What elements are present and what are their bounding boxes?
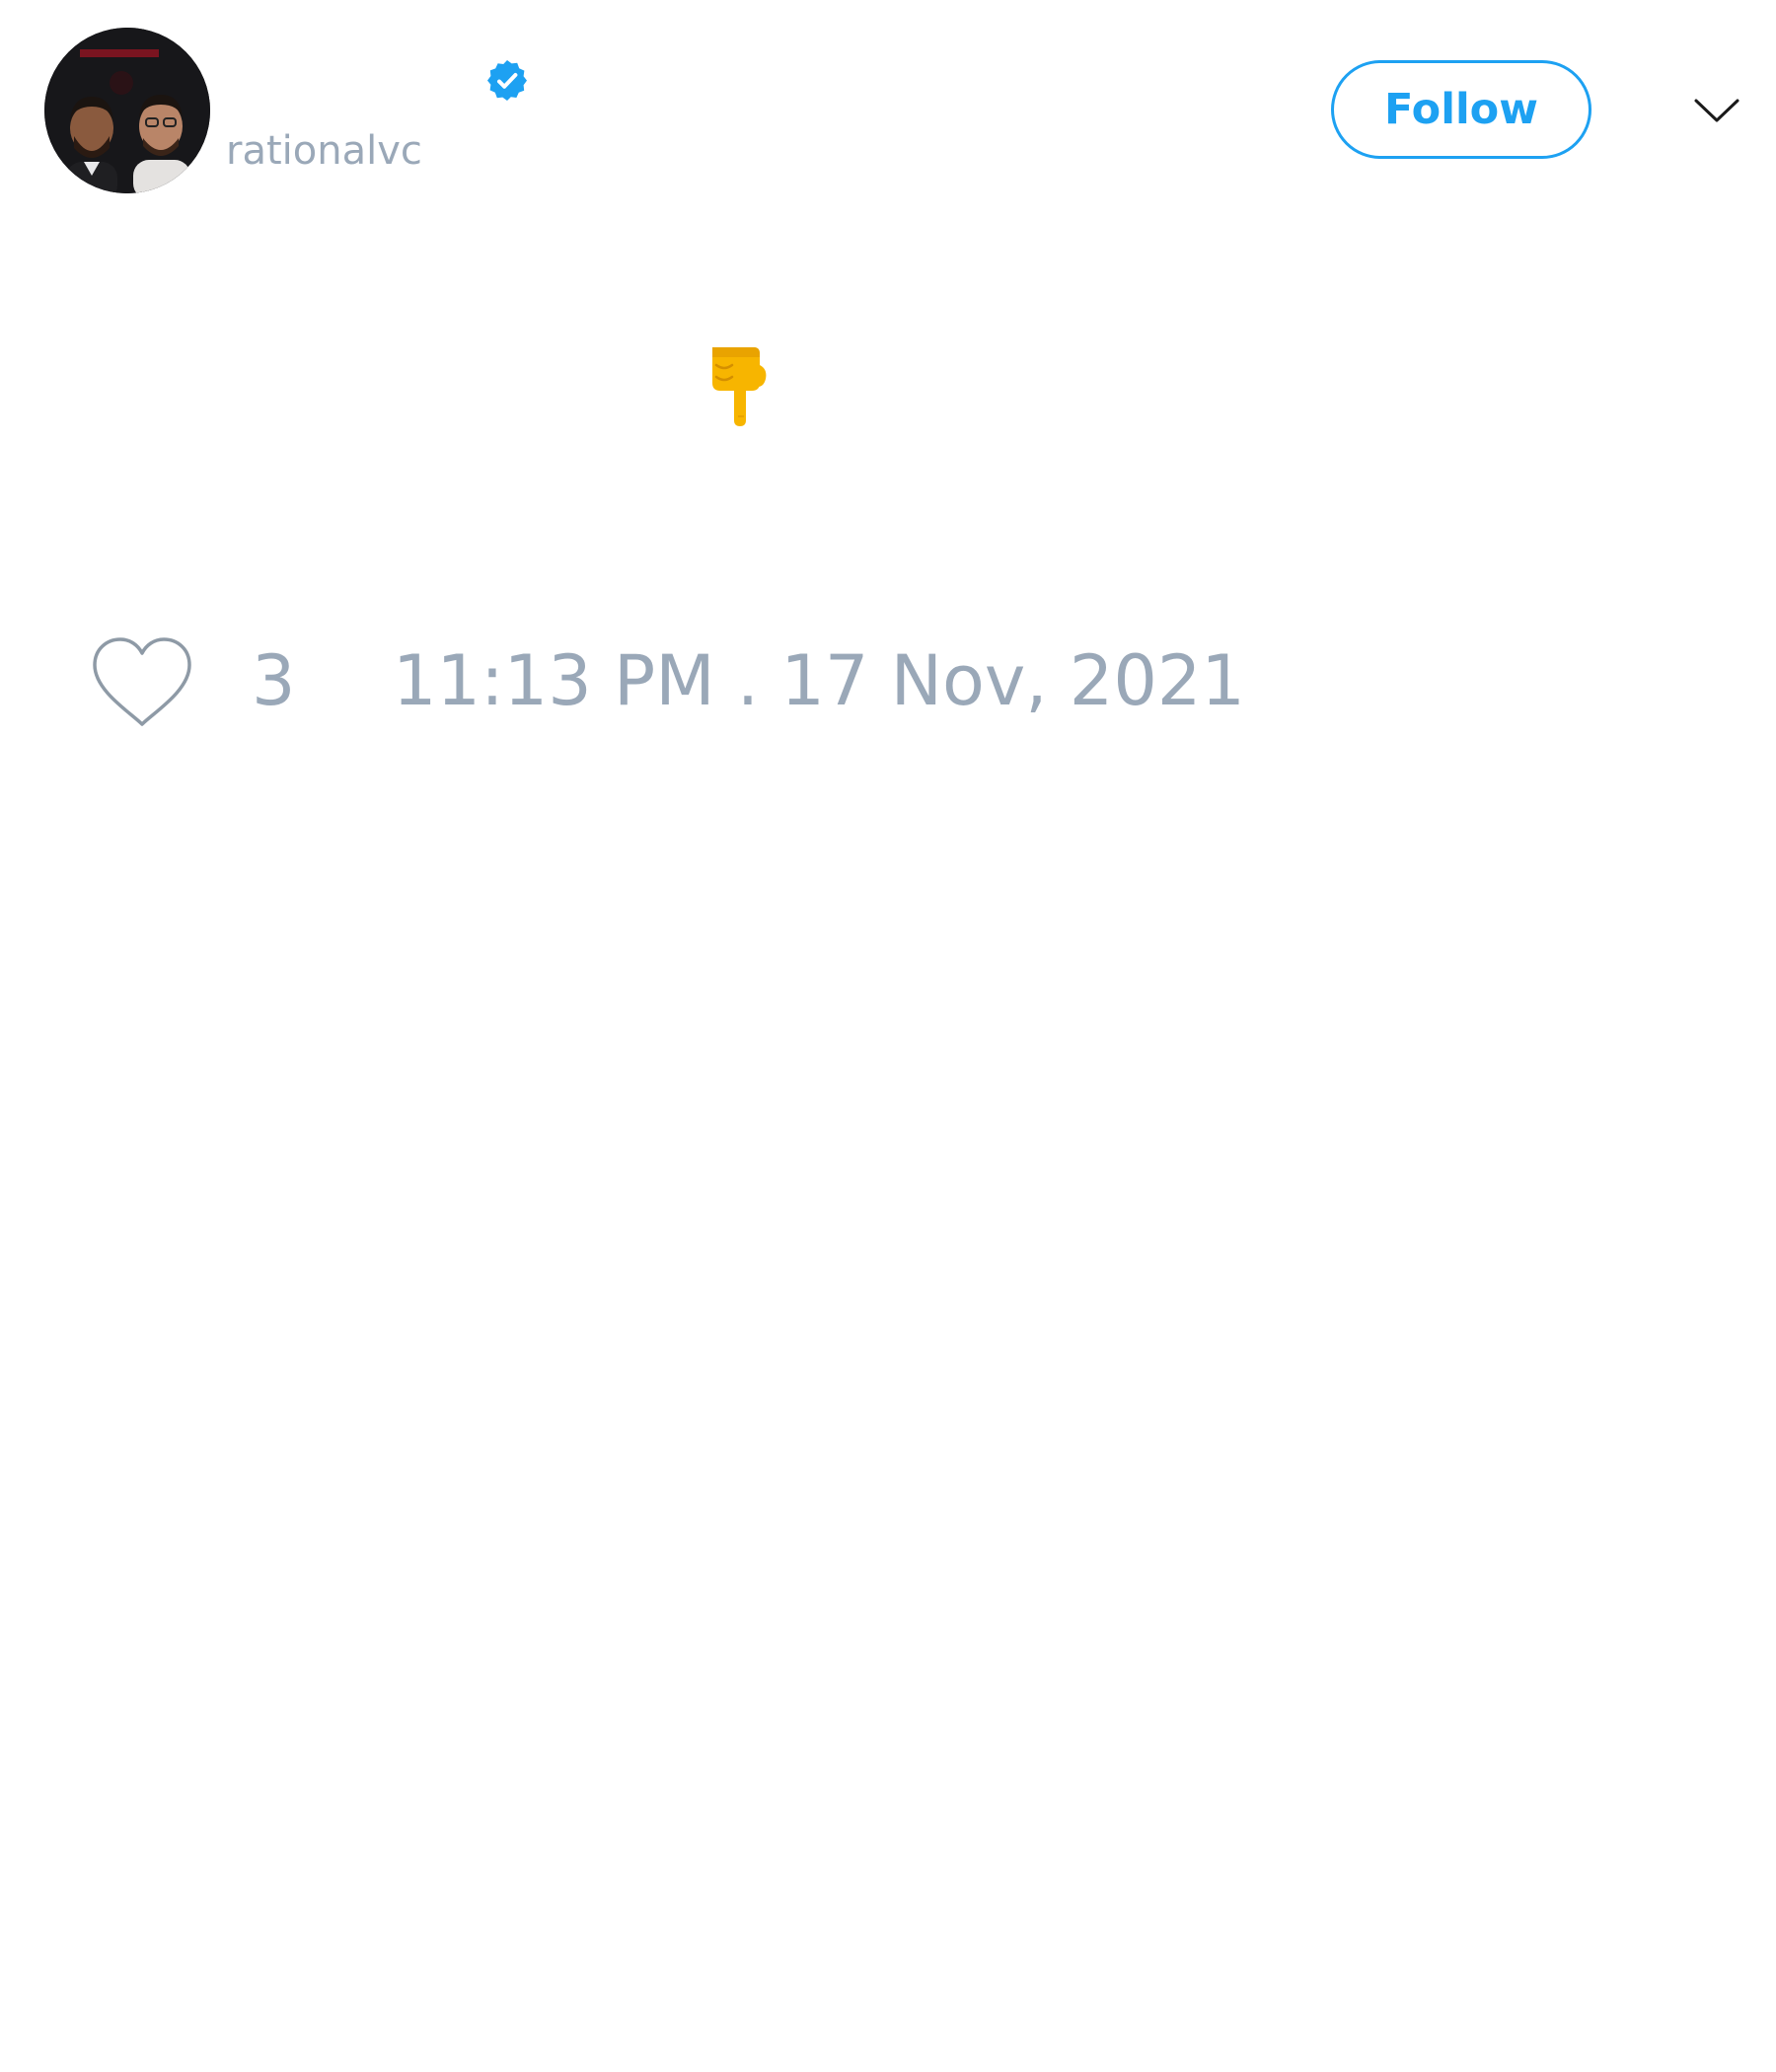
avatar-image — [44, 28, 210, 193]
heart-outline-icon[interactable] — [89, 633, 195, 730]
pointing-down-emoji-icon — [703, 343, 772, 426]
verified-badge-icon — [483, 57, 531, 105]
like-count: 3 — [252, 640, 296, 721]
tweet-timestamp[interactable]: 11:13 PM . 17 Nov, 2021 — [393, 641, 1245, 720]
follow-button[interactable]: Follow — [1331, 60, 1591, 159]
author-handle[interactable]: rationalvc — [226, 126, 422, 176]
avatar[interactable] — [44, 28, 210, 193]
tweet-text — [89, 335, 1727, 434]
chevron-down-icon[interactable] — [1692, 91, 1741, 130]
tweet-card: rationalvc Follow 3 11:13 PM . 17 Nov, 2… — [0, 0, 1776, 2072]
